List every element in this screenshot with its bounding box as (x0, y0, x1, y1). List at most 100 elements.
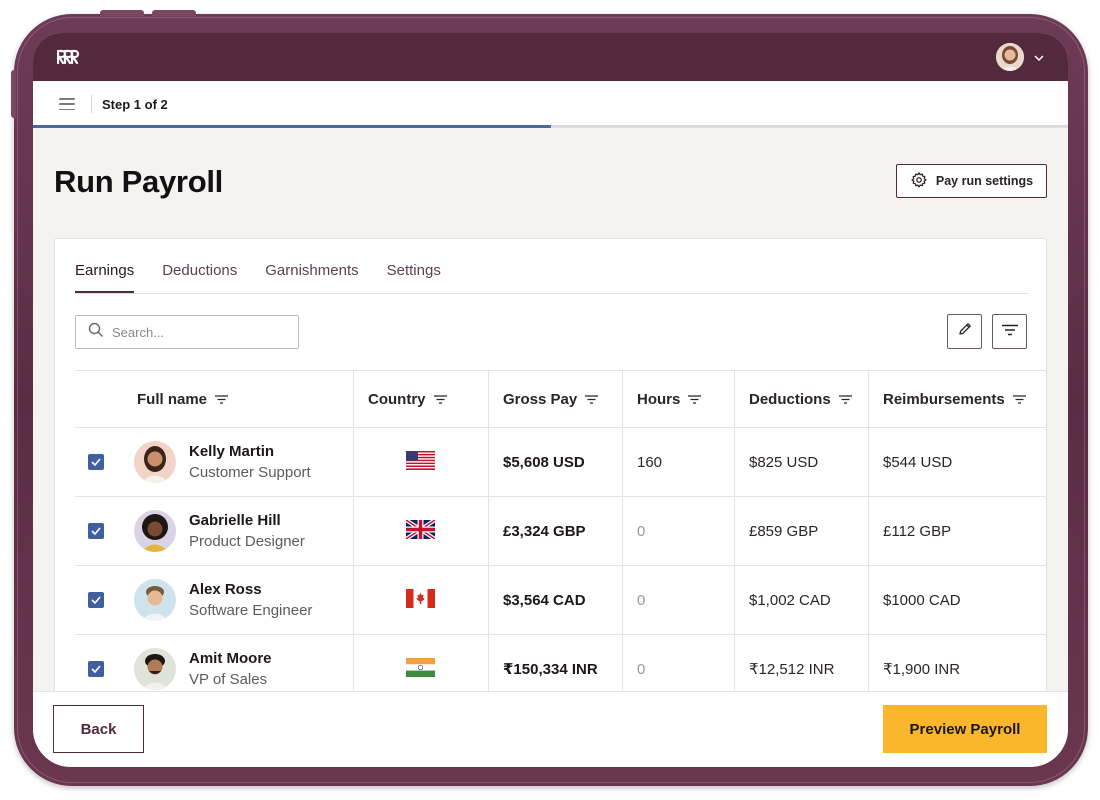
column-label: Hours (637, 390, 681, 408)
step-label: Step 1 of 2 (102, 96, 168, 112)
hours-value: 0 (637, 591, 646, 609)
person-info: Kelly Martin Customer Support (189, 443, 311, 481)
employee-name[interactable]: Gabrielle Hill (189, 512, 305, 529)
profile-menu[interactable] (996, 43, 1044, 71)
column-header-full-name[interactable]: Full name (75, 371, 353, 427)
gross-pay-value: ₹150,334 INR (503, 661, 598, 678)
payroll-card: Earnings Deductions Garnishments Setting… (54, 238, 1047, 708)
device-volume-button (152, 10, 196, 16)
gear-icon (910, 171, 928, 192)
reimbursements-cell: £112 GBP (868, 497, 1046, 565)
column-label: Country (368, 390, 426, 408)
pencil-icon (957, 321, 973, 342)
column-header-country[interactable]: Country (353, 371, 488, 427)
column-label: Gross Pay (503, 390, 578, 408)
device-volume-button (100, 10, 144, 16)
uk-flag-icon (404, 517, 437, 543)
filter-icon[interactable] (688, 391, 702, 408)
back-button[interactable]: Back (53, 705, 144, 753)
tab-deductions[interactable]: Deductions (162, 262, 237, 293)
hours-value: 0 (637, 660, 646, 678)
column-label: Reimbursements (883, 390, 1005, 408)
search-input[interactable] (112, 324, 282, 340)
gross-pay-cell: $3,564 CAD (488, 566, 622, 634)
hours-cell[interactable]: 0 (622, 497, 734, 565)
edit-button[interactable] (947, 314, 982, 349)
employee-name[interactable]: Amit Moore (189, 650, 272, 667)
row-checkbox[interactable] (88, 523, 104, 539)
hours-value: 0 (637, 522, 646, 540)
hours-value: 160 (637, 453, 663, 471)
person-info: Alex Ross Software Engineer (189, 581, 312, 619)
filter-button[interactable] (992, 314, 1027, 349)
us-flag-icon (406, 450, 435, 474)
step-progress-bar (33, 125, 1068, 128)
step-bar: Step 1 of 2 (33, 81, 1068, 127)
column-label: Full name (137, 390, 208, 408)
chevron-down-icon[interactable] (1034, 48, 1044, 66)
deductions-cell: $1,002 CAD (734, 566, 868, 634)
row-checkbox[interactable] (88, 592, 104, 608)
hours-cell[interactable]: 160 (622, 428, 734, 496)
avatar (134, 648, 176, 690)
table-row[interactable]: Kelly Martin Customer Support $5,608 USD (75, 427, 1046, 496)
search-icon (88, 322, 104, 343)
row-checkbox[interactable] (88, 454, 104, 470)
column-header-reimbursements[interactable]: Reimbursements (868, 371, 1046, 427)
action-footer: Back Preview Payroll (33, 691, 1068, 767)
page-title: Run Payroll (54, 164, 223, 199)
employee-role: Customer Support (189, 464, 311, 481)
name-cell: Gabrielle Hill Product Designer (75, 497, 353, 565)
payroll-table: Full name Country Gross Pay Hours Deduct… (75, 370, 1046, 703)
employee-name[interactable]: Alex Ross (189, 581, 312, 598)
reimbursements-value: ₹1,900 INR (883, 661, 961, 678)
india-flag-icon (406, 657, 435, 681)
hours-cell[interactable]: 0 (622, 566, 734, 634)
deel-logo-icon[interactable] (57, 49, 79, 65)
gross-pay-cell: $5,608 USD (488, 428, 622, 496)
divider (91, 95, 92, 113)
table-row[interactable]: Gabrielle Hill Product Designer £3,324 G… (75, 496, 1046, 565)
menu-icon[interactable] (59, 98, 75, 110)
column-header-deductions[interactable]: Deductions (734, 371, 868, 427)
tab-garnishments[interactable]: Garnishments (265, 262, 358, 293)
row-checkbox[interactable] (88, 661, 104, 677)
reimbursements-cell: $1000 CAD (868, 566, 1046, 634)
filter-icon[interactable] (1012, 391, 1026, 408)
table-header-row: Full name Country Gross Pay Hours Deduct… (75, 370, 1046, 427)
app-screen: Step 1 of 2 Run Payroll Pay run settings… (33, 33, 1068, 767)
person-info: Gabrielle Hill Product Designer (189, 512, 305, 550)
preview-payroll-button[interactable]: Preview Payroll (883, 705, 1047, 753)
deductions-value: ₹12,512 INR (749, 661, 835, 678)
deductions-cell: £859 GBP (734, 497, 868, 565)
top-bar (33, 33, 1068, 81)
avatar (134, 579, 176, 621)
name-cell: Kelly Martin Customer Support (75, 428, 353, 496)
filter-icon[interactable] (585, 391, 599, 408)
filter-icon[interactable] (838, 391, 852, 408)
column-header-hours[interactable]: Hours (622, 371, 734, 427)
pay-run-settings-label: Pay run settings (935, 174, 1034, 188)
search-box (75, 315, 299, 349)
reimbursements-cell: $544 USD (868, 428, 1046, 496)
deductions-value: $825 USD (749, 453, 819, 471)
step-progress-fill (33, 125, 551, 128)
tab-settings[interactable]: Settings (387, 262, 441, 293)
column-header-gross-pay[interactable]: Gross Pay (488, 371, 622, 427)
tab-earnings[interactable]: Earnings (75, 262, 135, 293)
filter-icon[interactable] (433, 391, 447, 408)
user-avatar[interactable] (996, 43, 1024, 71)
name-cell: Alex Ross Software Engineer (75, 566, 353, 634)
pay-run-settings-button[interactable]: Pay run settings (896, 164, 1047, 198)
deductions-cell: $825 USD (734, 428, 868, 496)
avatar (134, 441, 176, 483)
gross-pay-value: $5,608 USD (503, 453, 585, 471)
filter-icon (1001, 323, 1019, 341)
canada-flag-icon (406, 588, 435, 612)
filter-icon[interactable] (215, 391, 229, 408)
gross-pay-value: £3,324 GBP (503, 522, 586, 540)
table-row[interactable]: Alex Ross Software Engineer $3,564 CAD 0… (75, 565, 1046, 634)
employee-role: VP of Sales (189, 671, 268, 688)
employee-name[interactable]: Kelly Martin (189, 443, 311, 460)
country-cell (353, 497, 488, 565)
